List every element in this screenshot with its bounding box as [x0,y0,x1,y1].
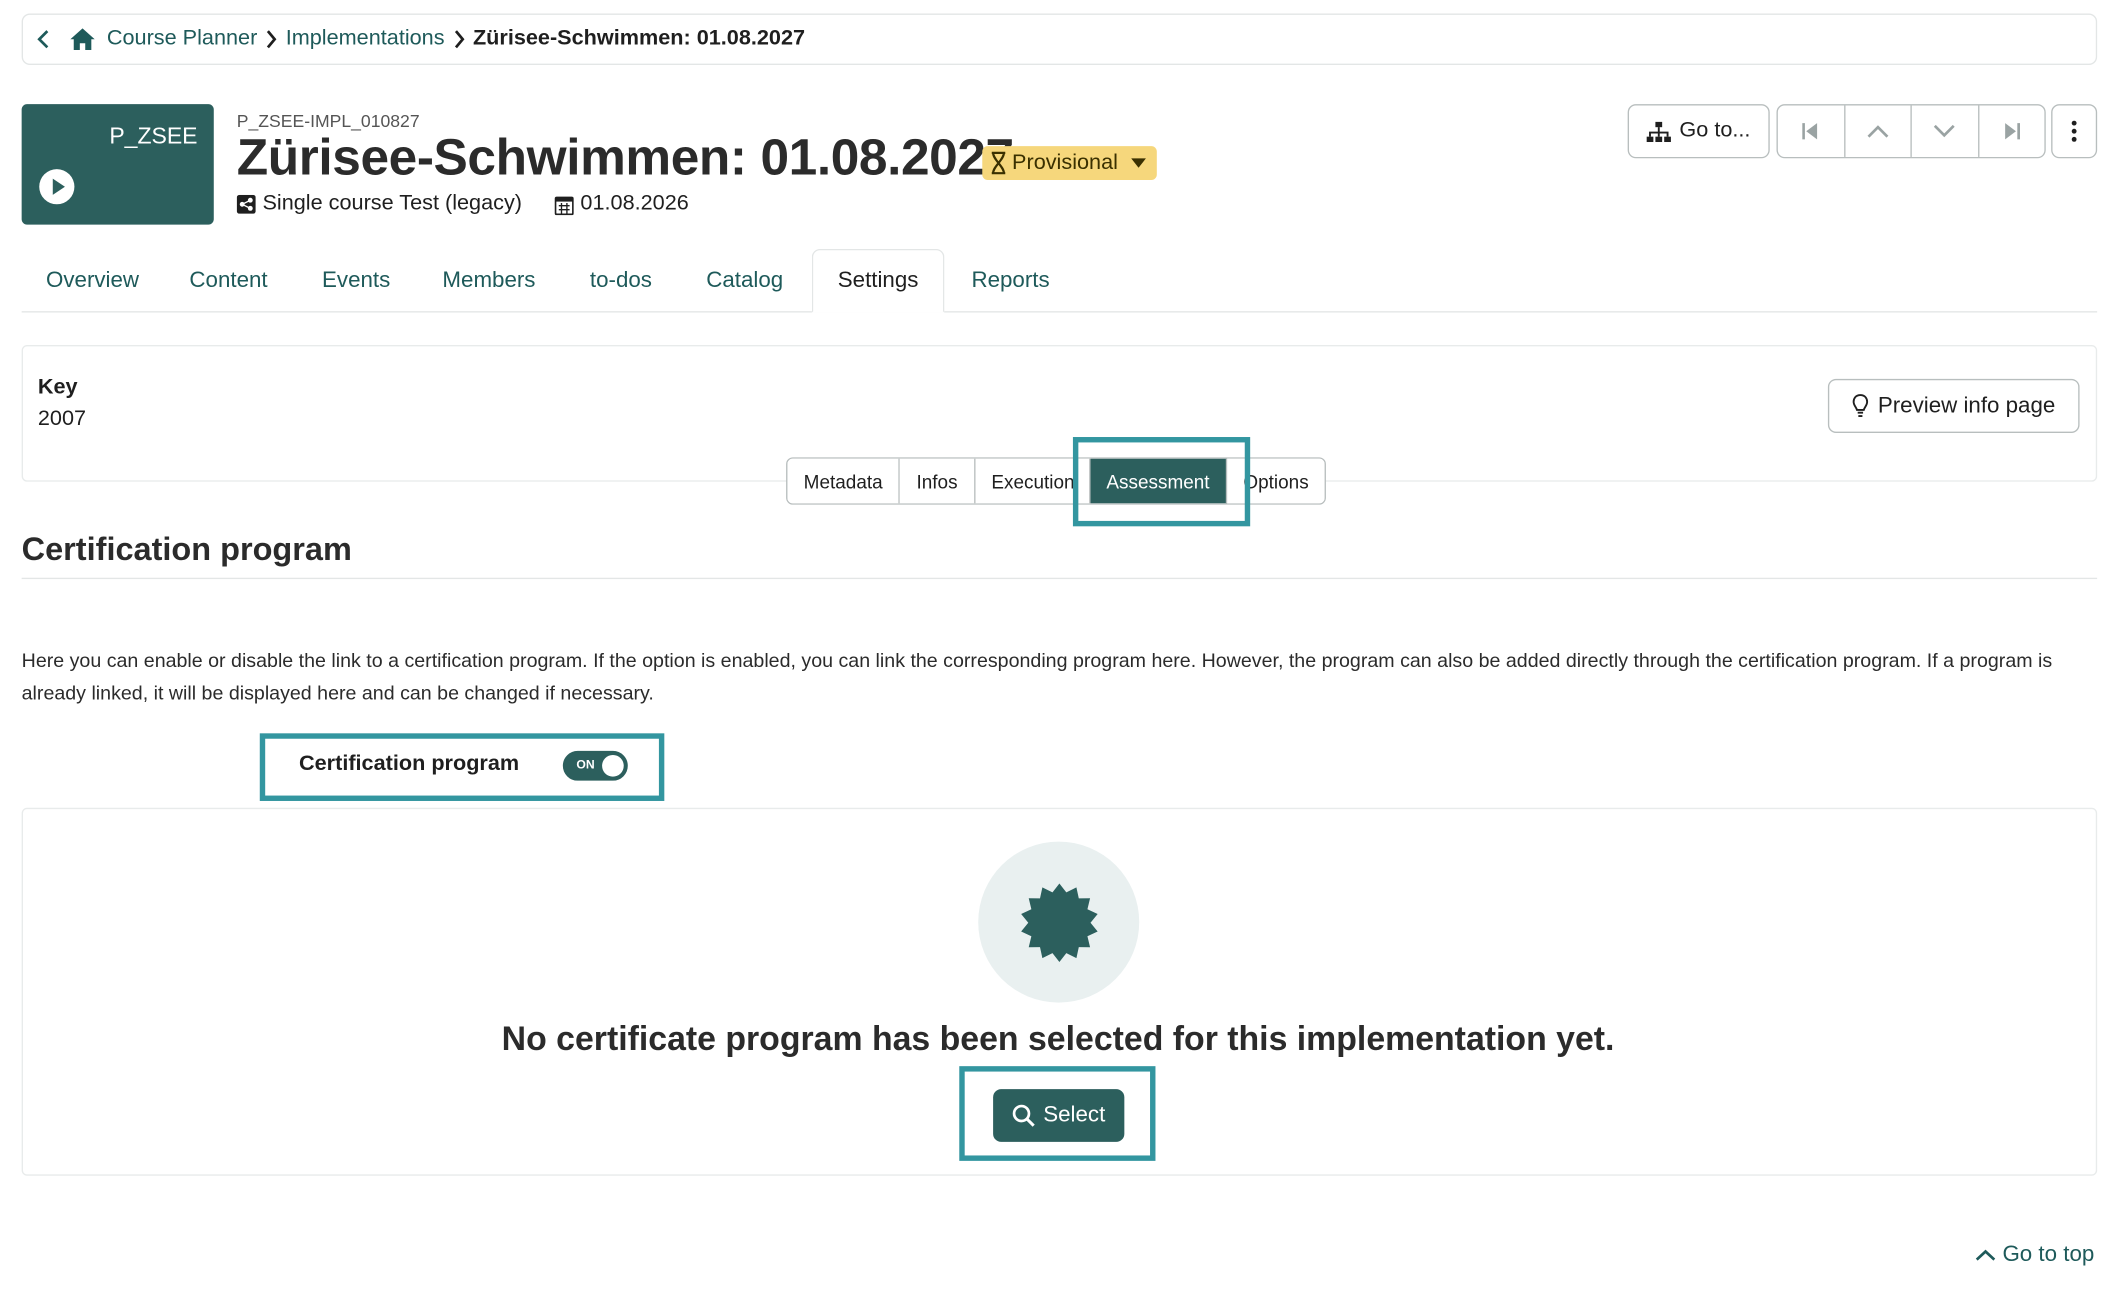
preview-info-page-button[interactable]: Preview info page [1827,378,2080,433]
first-record-button[interactable] [1778,105,1845,157]
section-description: Here you can enable or disable the link … [21,650,2053,705]
play-icon[interactable] [38,168,76,213]
next-record-button[interactable] [1912,105,1979,157]
goto-button[interactable]: Go to... [1627,104,1770,159]
select-label: Select [1043,1102,1106,1128]
breadcrumb-course-planner[interactable]: Course Planner [107,27,257,51]
breadcrumb-implementations[interactable]: Implementations [286,27,445,51]
certificate-seal-icon [1020,882,1097,962]
highlight-frame-assessment [1072,437,1251,527]
more-options-button[interactable] [2051,104,2098,159]
caret-down-icon [1131,158,1147,168]
tab-todos[interactable]: to-dos [566,249,677,313]
status-label: Provisional [1012,150,1118,174]
lightbulb-icon [1852,394,1868,418]
breadcrumb-current: Zürisee-Schwimmen: 01.08.2027 [472,27,806,51]
course-date: 01.08.2026 [554,192,689,216]
page-title: Zürisee-Schwimmen: 01.08.2027 [236,129,1014,187]
back-arrow-icon[interactable] [37,28,51,50]
tab-content[interactable]: Content [165,249,292,313]
course-type: Single course Test (legacy) [236,192,522,216]
chevron-right-icon [265,30,277,49]
record-navigation [1776,104,2046,159]
last-record-button[interactable] [1979,106,2045,157]
tab-catalog[interactable]: Catalog [682,249,808,313]
key-label: Key [37,376,78,400]
certification-program-toggle[interactable]: ON [562,750,628,781]
status-badge[interactable]: Provisional [982,146,1158,180]
empty-state-message: No certificate program has been selected… [501,1020,1615,1059]
home-icon[interactable] [69,27,96,51]
chevron-right-icon [453,30,465,49]
toggle-state-text: ON [576,757,595,772]
section-title: Certification program [21,531,352,569]
breadcrumb: Course Planner Implementations Zürisee-S… [21,13,2098,65]
subtab-infos[interactable]: Infos [900,458,976,504]
section-divider [21,577,2098,580]
chevron-up-icon [1975,1248,1996,1262]
go-to-top-link[interactable]: Go to top [1975,1242,2094,1268]
select-button[interactable]: Select [993,1089,1125,1142]
previous-record-button[interactable] [1845,105,1912,157]
go-to-top-label: Go to top [2002,1242,2095,1267]
tab-members[interactable]: Members [418,249,560,313]
vertical-dots-icon [2071,120,2077,142]
certification-toggle-label: Certification program [299,752,520,776]
course-date-label: 01.08.2026 [580,192,689,216]
preview-label: Preview info page [1877,393,2056,418]
tab-reports[interactable]: Reports [947,249,1074,313]
course-external-id: P_ZSEE-IMPL_010827 [236,110,420,132]
course-thumbnail[interactable]: P_ZSEE [21,104,214,225]
tab-settings[interactable]: Settings [811,248,945,313]
toggle-knob [602,754,624,777]
tab-overview[interactable]: Overview [22,249,164,313]
certificate-badge-icon [978,841,1140,1003]
sitemap-icon [1646,121,1672,142]
subtab-metadata[interactable]: Metadata [787,458,901,504]
course-thumb-code: P_ZSEE [109,123,198,149]
key-value: 2007 [37,407,87,431]
calendar-icon [554,194,574,215]
tab-events[interactable]: Events [298,249,415,313]
hourglass-icon [990,151,1006,175]
course-type-label: Single course Test (legacy) [262,192,522,216]
search-icon [1012,1104,1035,1127]
share-icon [236,194,256,214]
goto-label: Go to... [1679,119,1751,143]
